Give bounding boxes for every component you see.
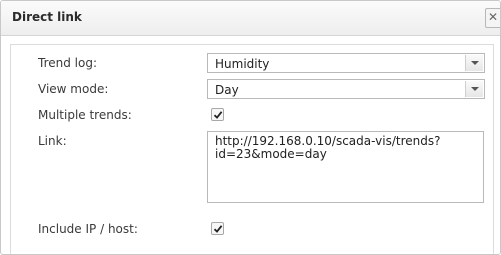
link-text-line-2: id=23&mode=day <box>215 147 327 161</box>
chevron-down-icon[interactable] <box>465 81 483 97</box>
checkmark-icon <box>213 111 223 119</box>
link-label: Link: <box>38 134 67 148</box>
trend-log-value: Humidity <box>215 57 270 71</box>
view-mode-label: View mode: <box>38 82 109 96</box>
dialog-titlebar: Direct link ✕ <box>1 1 500 36</box>
dialog-title: Direct link <box>12 10 82 24</box>
chevron-down-icon[interactable] <box>465 55 483 71</box>
multiple-trends-checkbox[interactable] <box>211 108 224 121</box>
trend-log-select[interactable]: Humidity <box>207 53 485 73</box>
trend-log-label: Trend log: <box>38 56 97 70</box>
close-icon: ✕ <box>487 10 499 24</box>
checkmark-icon <box>213 225 223 233</box>
form-panel: Trend log: Humidity View mode: Day Multi… <box>10 44 494 254</box>
view-mode-select[interactable]: Day <box>207 79 485 99</box>
link-textarea[interactable]: http://192.168.0.10/scada-vis/trends? id… <box>207 131 484 203</box>
close-button[interactable]: ✕ <box>485 8 500 28</box>
multiple-trends-label: Multiple trends: <box>38 108 132 122</box>
include-ip-checkbox[interactable] <box>211 222 224 235</box>
view-mode-value: Day <box>215 83 239 97</box>
direct-link-dialog: Direct link ✕ Trend log: Humidity View m… <box>0 0 501 255</box>
include-ip-label: Include IP / host: <box>38 222 138 236</box>
